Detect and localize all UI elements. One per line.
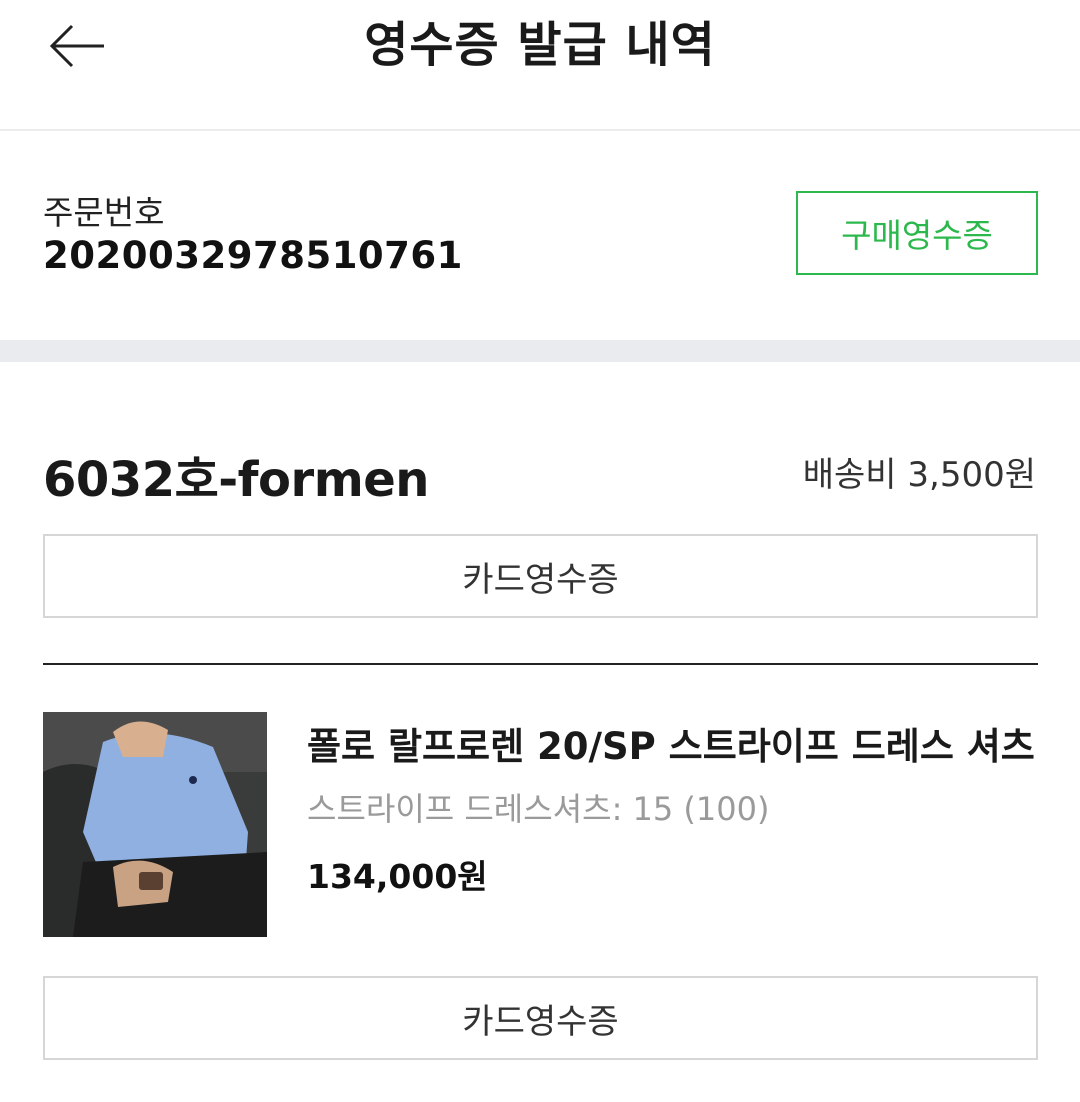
- order-number-label: 주문번호: [43, 193, 165, 232]
- purchase-receipt-button[interactable]: 구매영수증: [796, 191, 1038, 275]
- seller-name: 6032호-formen: [43, 452, 429, 508]
- shipping-card-receipt-button[interactable]: 카드영수증: [43, 534, 1038, 618]
- section-divider: [0, 340, 1080, 362]
- page-title: 영수증 발급 내역: [364, 17, 716, 73]
- product-image: [43, 712, 267, 937]
- product-option: 스트라이프 드레스셔츠: 15 (100): [307, 790, 770, 828]
- shipping-fee: 배송비 3,500원: [802, 455, 1036, 495]
- product-price: 134,000원: [307, 857, 488, 896]
- item-card-receipt-button[interactable]: 카드영수증: [43, 976, 1038, 1060]
- item-separator: [43, 663, 1038, 665]
- order-number-value: 202003297851076​1: [43, 234, 463, 277]
- order-info-section: 주문번호 202003297851076​1 구매영수증: [0, 133, 1080, 340]
- product-name[interactable]: 폴로 랄프로렌 20/SP 스트라이프 드레스 셔츠: [307, 716, 1038, 770]
- app-header: 영수증 발급 내역: [0, 0, 1080, 131]
